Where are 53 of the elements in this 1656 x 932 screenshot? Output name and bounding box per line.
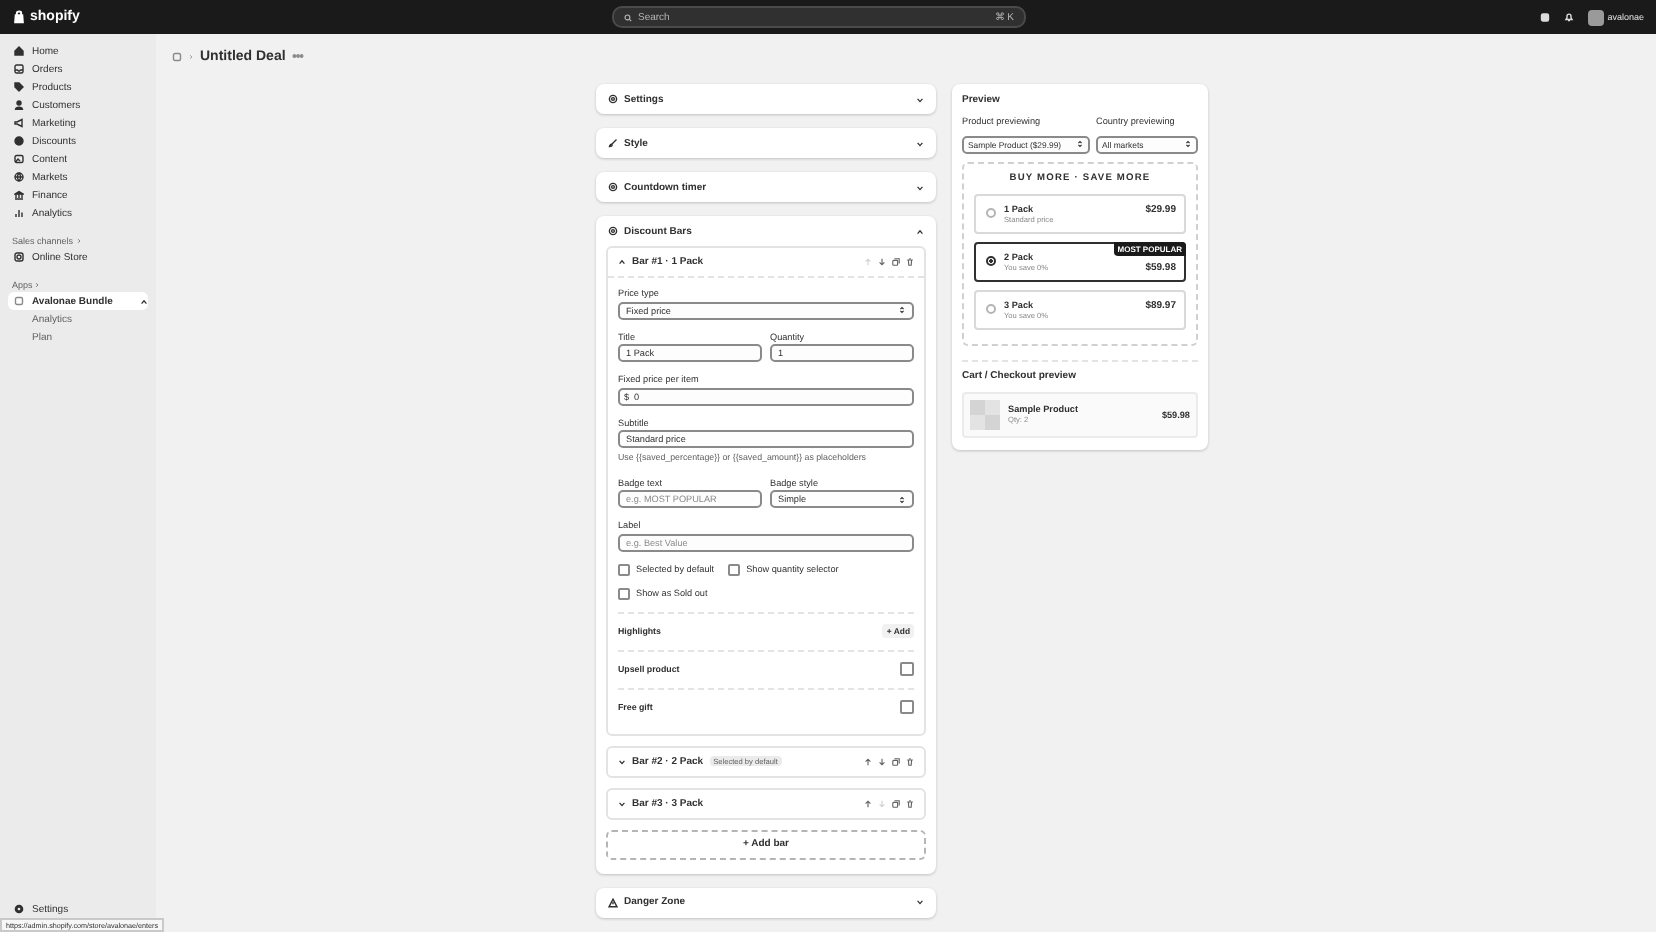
select-arrows-icon: [898, 306, 906, 314]
home-icon: [14, 46, 24, 56]
duplicate-icon[interactable]: [892, 799, 900, 807]
shopping-bag-icon: [12, 10, 26, 24]
checkbox[interactable]: [900, 662, 914, 676]
gear-icon: [14, 904, 24, 914]
chevron-down-icon[interactable]: [916, 898, 924, 906]
person-icon: [14, 100, 24, 110]
checkbox[interactable]: [618, 563, 630, 575]
brush-icon: [608, 138, 618, 148]
chevron-down-icon[interactable]: [618, 799, 626, 807]
checkbox[interactable]: [618, 587, 630, 599]
image-icon: [14, 154, 24, 164]
radio-button[interactable]: [986, 303, 996, 313]
chart-icon: [14, 208, 24, 218]
app-icon: [14, 296, 24, 306]
chevron-up-icon[interactable]: [140, 297, 148, 305]
radio-button[interactable]: [986, 207, 996, 217]
chevron-down-icon[interactable]: [916, 183, 924, 191]
warning-icon: [608, 897, 618, 907]
select-arrows-icon: [1184, 140, 1192, 148]
trash-icon[interactable]: [906, 799, 914, 807]
megaphone-icon: [14, 118, 24, 128]
select-arrows-icon: [898, 495, 906, 503]
radio-button[interactable]: [986, 255, 996, 265]
duplicate-icon[interactable]: [892, 258, 900, 266]
chevron-down-icon[interactable]: [618, 757, 626, 765]
trash-icon[interactable]: [906, 258, 914, 266]
checkbox[interactable]: [900, 700, 914, 714]
inbox-icon: [14, 64, 24, 74]
arrow-down-icon[interactable]: [878, 258, 886, 266]
image-placeholder-icon: [970, 399, 1000, 429]
chevron-down-icon[interactable]: [916, 95, 924, 103]
duplicate-icon[interactable]: [892, 757, 900, 765]
chevron-down-icon[interactable]: [916, 139, 924, 147]
gear-icon: [608, 182, 618, 192]
globe-icon: [14, 172, 24, 182]
gear-icon: [608, 226, 618, 236]
gear-icon: [608, 94, 618, 104]
search-icon: [624, 13, 632, 21]
select-arrows-icon: [1076, 140, 1084, 148]
tag-icon: [14, 82, 24, 92]
bank-icon: [14, 190, 24, 200]
arrow-down-icon[interactable]: [878, 757, 886, 765]
more-icon[interactable]: [291, 50, 304, 62]
chevron-up-icon[interactable]: [618, 258, 626, 266]
storefront-icon: [14, 252, 24, 262]
bell-icon[interactable]: [1563, 12, 1574, 22]
trash-icon[interactable]: [906, 757, 914, 765]
arrow-up-icon[interactable]: [864, 799, 872, 807]
arrow-up-icon[interactable]: [864, 757, 872, 765]
chevron-up-icon[interactable]: [916, 227, 924, 235]
checkbox[interactable]: [728, 563, 741, 575]
